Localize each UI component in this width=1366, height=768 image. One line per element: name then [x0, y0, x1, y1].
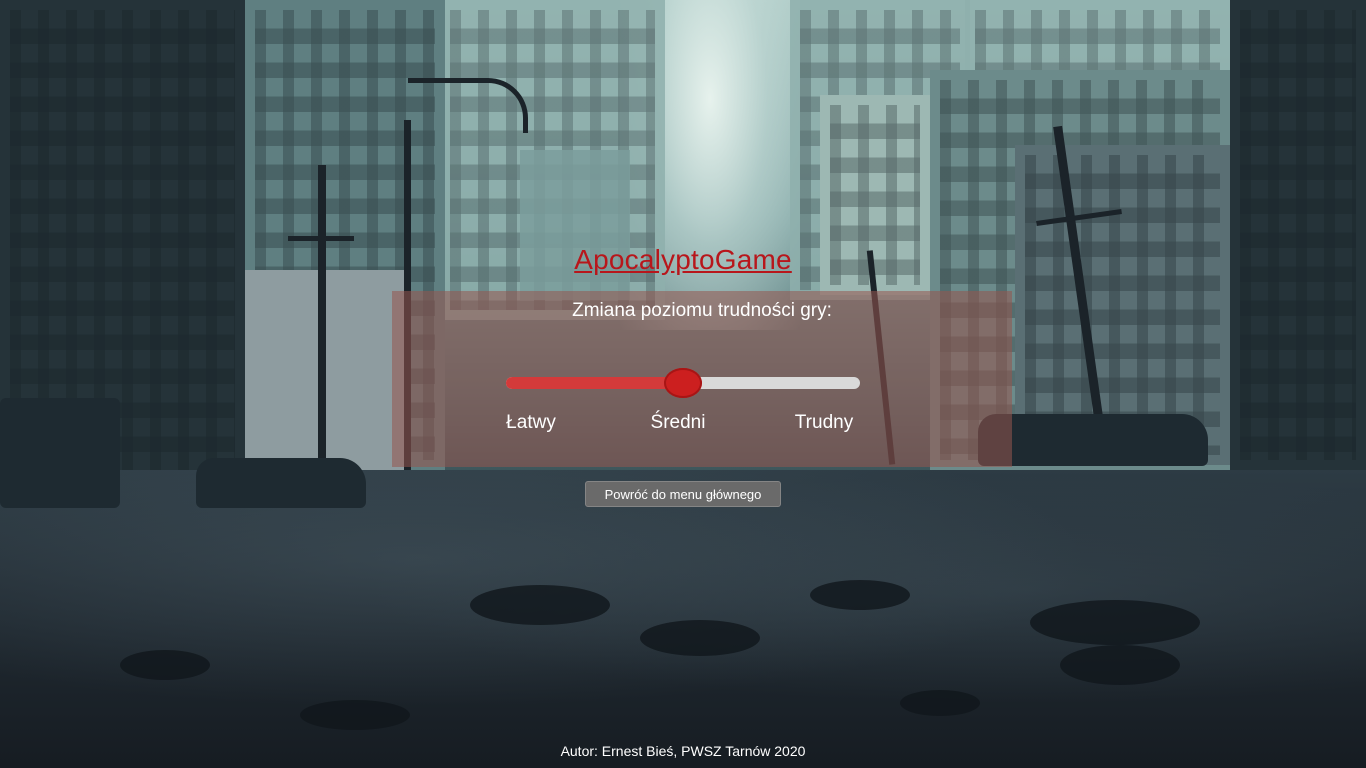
author-credit: Autor: Ernest Bieś, PWSZ Tarnów 2020: [560, 743, 806, 759]
street-lamp-arm: [408, 78, 528, 133]
abandoned-car: [0, 398, 120, 508]
game-title: ApocalyptoGame: [574, 244, 792, 275]
rubble: [1030, 600, 1200, 645]
utility-pole: [318, 165, 326, 465]
difficulty-panel: Zmiana poziomu trudności gry: Łatwy Śred…: [392, 291, 1012, 467]
game-screen: ApocalyptoGame Zmiana poziomu trudności …: [0, 0, 1366, 768]
rubble: [300, 700, 410, 730]
abandoned-car: [196, 458, 366, 508]
rubble: [810, 580, 910, 610]
utility-pole-crossbar: [288, 236, 354, 241]
near-building: [1230, 0, 1366, 470]
difficulty-label-easy: Łatwy: [506, 412, 556, 433]
rubble: [900, 690, 980, 716]
rubble: [1060, 645, 1180, 685]
back-to-main-menu-button[interactable]: Powróć do menu głównego: [585, 481, 781, 507]
rubble: [120, 650, 210, 680]
far-building: [520, 150, 630, 300]
difficulty-heading: Zmiana poziomu trudności gry:: [572, 300, 832, 321]
abandoned-car: [978, 414, 1208, 466]
difficulty-slider-thumb[interactable]: [664, 368, 702, 398]
difficulty-label-hard: Trudny: [794, 412, 854, 433]
difficulty-label-medium: Średni: [650, 412, 706, 433]
rubble: [470, 585, 610, 625]
rubble: [640, 620, 760, 656]
difficulty-slider-fill: [506, 377, 683, 389]
